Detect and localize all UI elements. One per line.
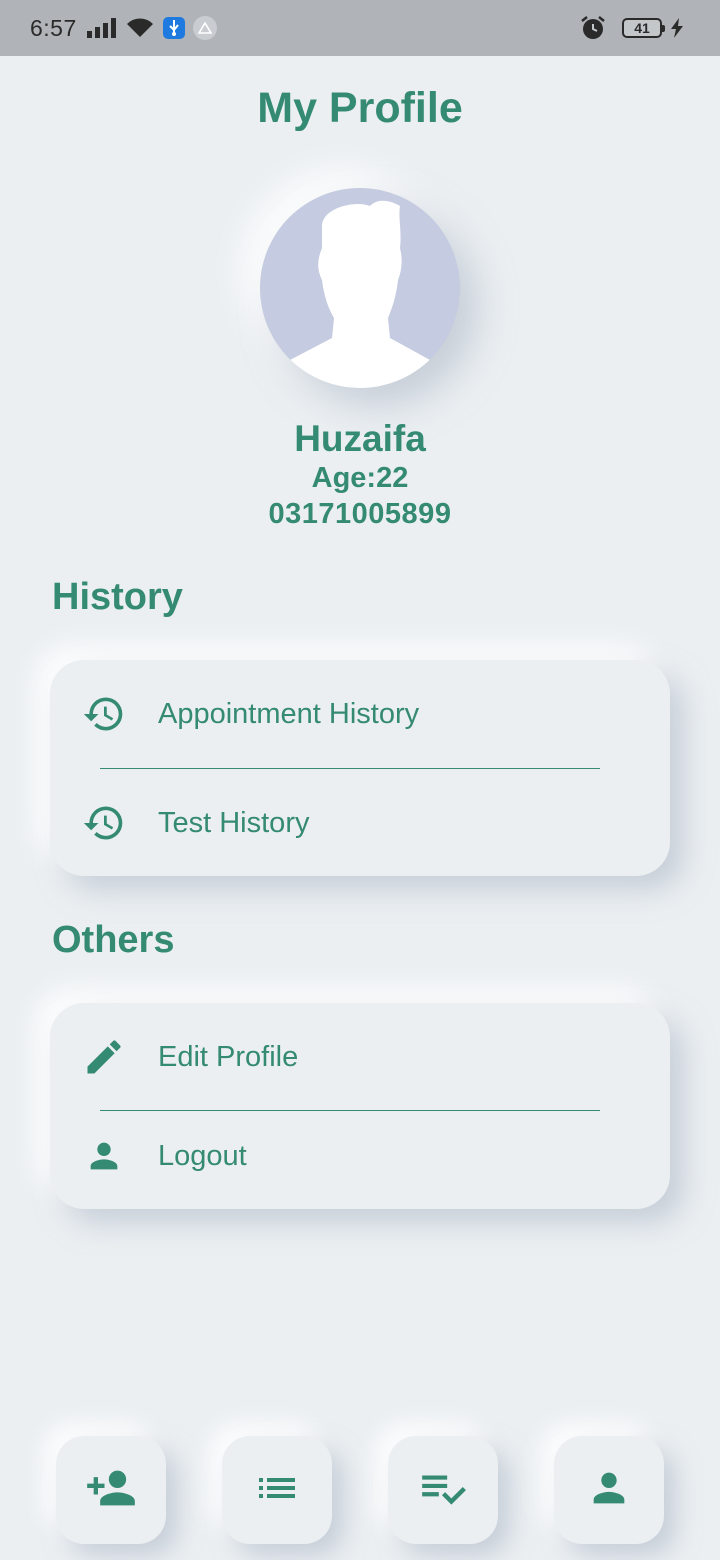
person-silhouette-icon: [290, 200, 430, 388]
history-card: Appointment History Test History: [50, 660, 670, 876]
others-section-title: Others: [52, 919, 175, 961]
person-icon: [586, 1465, 632, 1516]
logout-label: Logout: [158, 1139, 247, 1172]
add-person-icon: [85, 1462, 137, 1519]
wifi-icon: [125, 17, 155, 39]
list-icon: [253, 1464, 301, 1517]
status-time: 6:57: [30, 14, 77, 41]
edit-profile-item[interactable]: Edit Profile: [50, 1017, 670, 1097]
drive-icon: [192, 16, 217, 40]
nav-profile-button[interactable]: [554, 1436, 664, 1544]
avatar[interactable]: [260, 188, 460, 388]
others-card: Edit Profile Logout: [50, 1003, 670, 1209]
history-section-title: History: [52, 576, 183, 618]
divider: [100, 1110, 600, 1111]
alarm-icon: [580, 15, 606, 41]
profile-name: Huzaifa: [294, 418, 426, 459]
status-bar: 6:57 41: [0, 0, 720, 56]
nav-add-person-button[interactable]: [56, 1436, 166, 1544]
battery-icon: 41: [622, 18, 665, 38]
appointment-history-item[interactable]: Appointment History: [50, 674, 670, 754]
usb-icon: [162, 17, 185, 39]
signal-icon: [86, 18, 117, 38]
appointment-history-label: Appointment History: [158, 697, 420, 730]
logout-item[interactable]: Logout: [50, 1116, 670, 1196]
charging-icon: [670, 18, 684, 38]
nav-checklist-button[interactable]: [388, 1436, 498, 1544]
test-history-item[interactable]: Test History: [50, 783, 670, 863]
pencil-icon: [82, 1035, 126, 1079]
history-icon: [82, 692, 126, 736]
edit-profile-label: Edit Profile: [158, 1040, 299, 1073]
person-icon: [82, 1134, 126, 1178]
profile-age: Age:22: [311, 462, 409, 494]
test-history-label: Test History: [158, 806, 310, 839]
divider: [100, 768, 600, 769]
checklist-icon: [418, 1463, 468, 1518]
profile-phone: 03171005899: [268, 498, 452, 530]
nav-list-button[interactable]: [222, 1436, 332, 1544]
battery-level: 41: [634, 20, 650, 36]
history-icon: [82, 801, 126, 845]
page-title: My Profile: [257, 84, 463, 132]
